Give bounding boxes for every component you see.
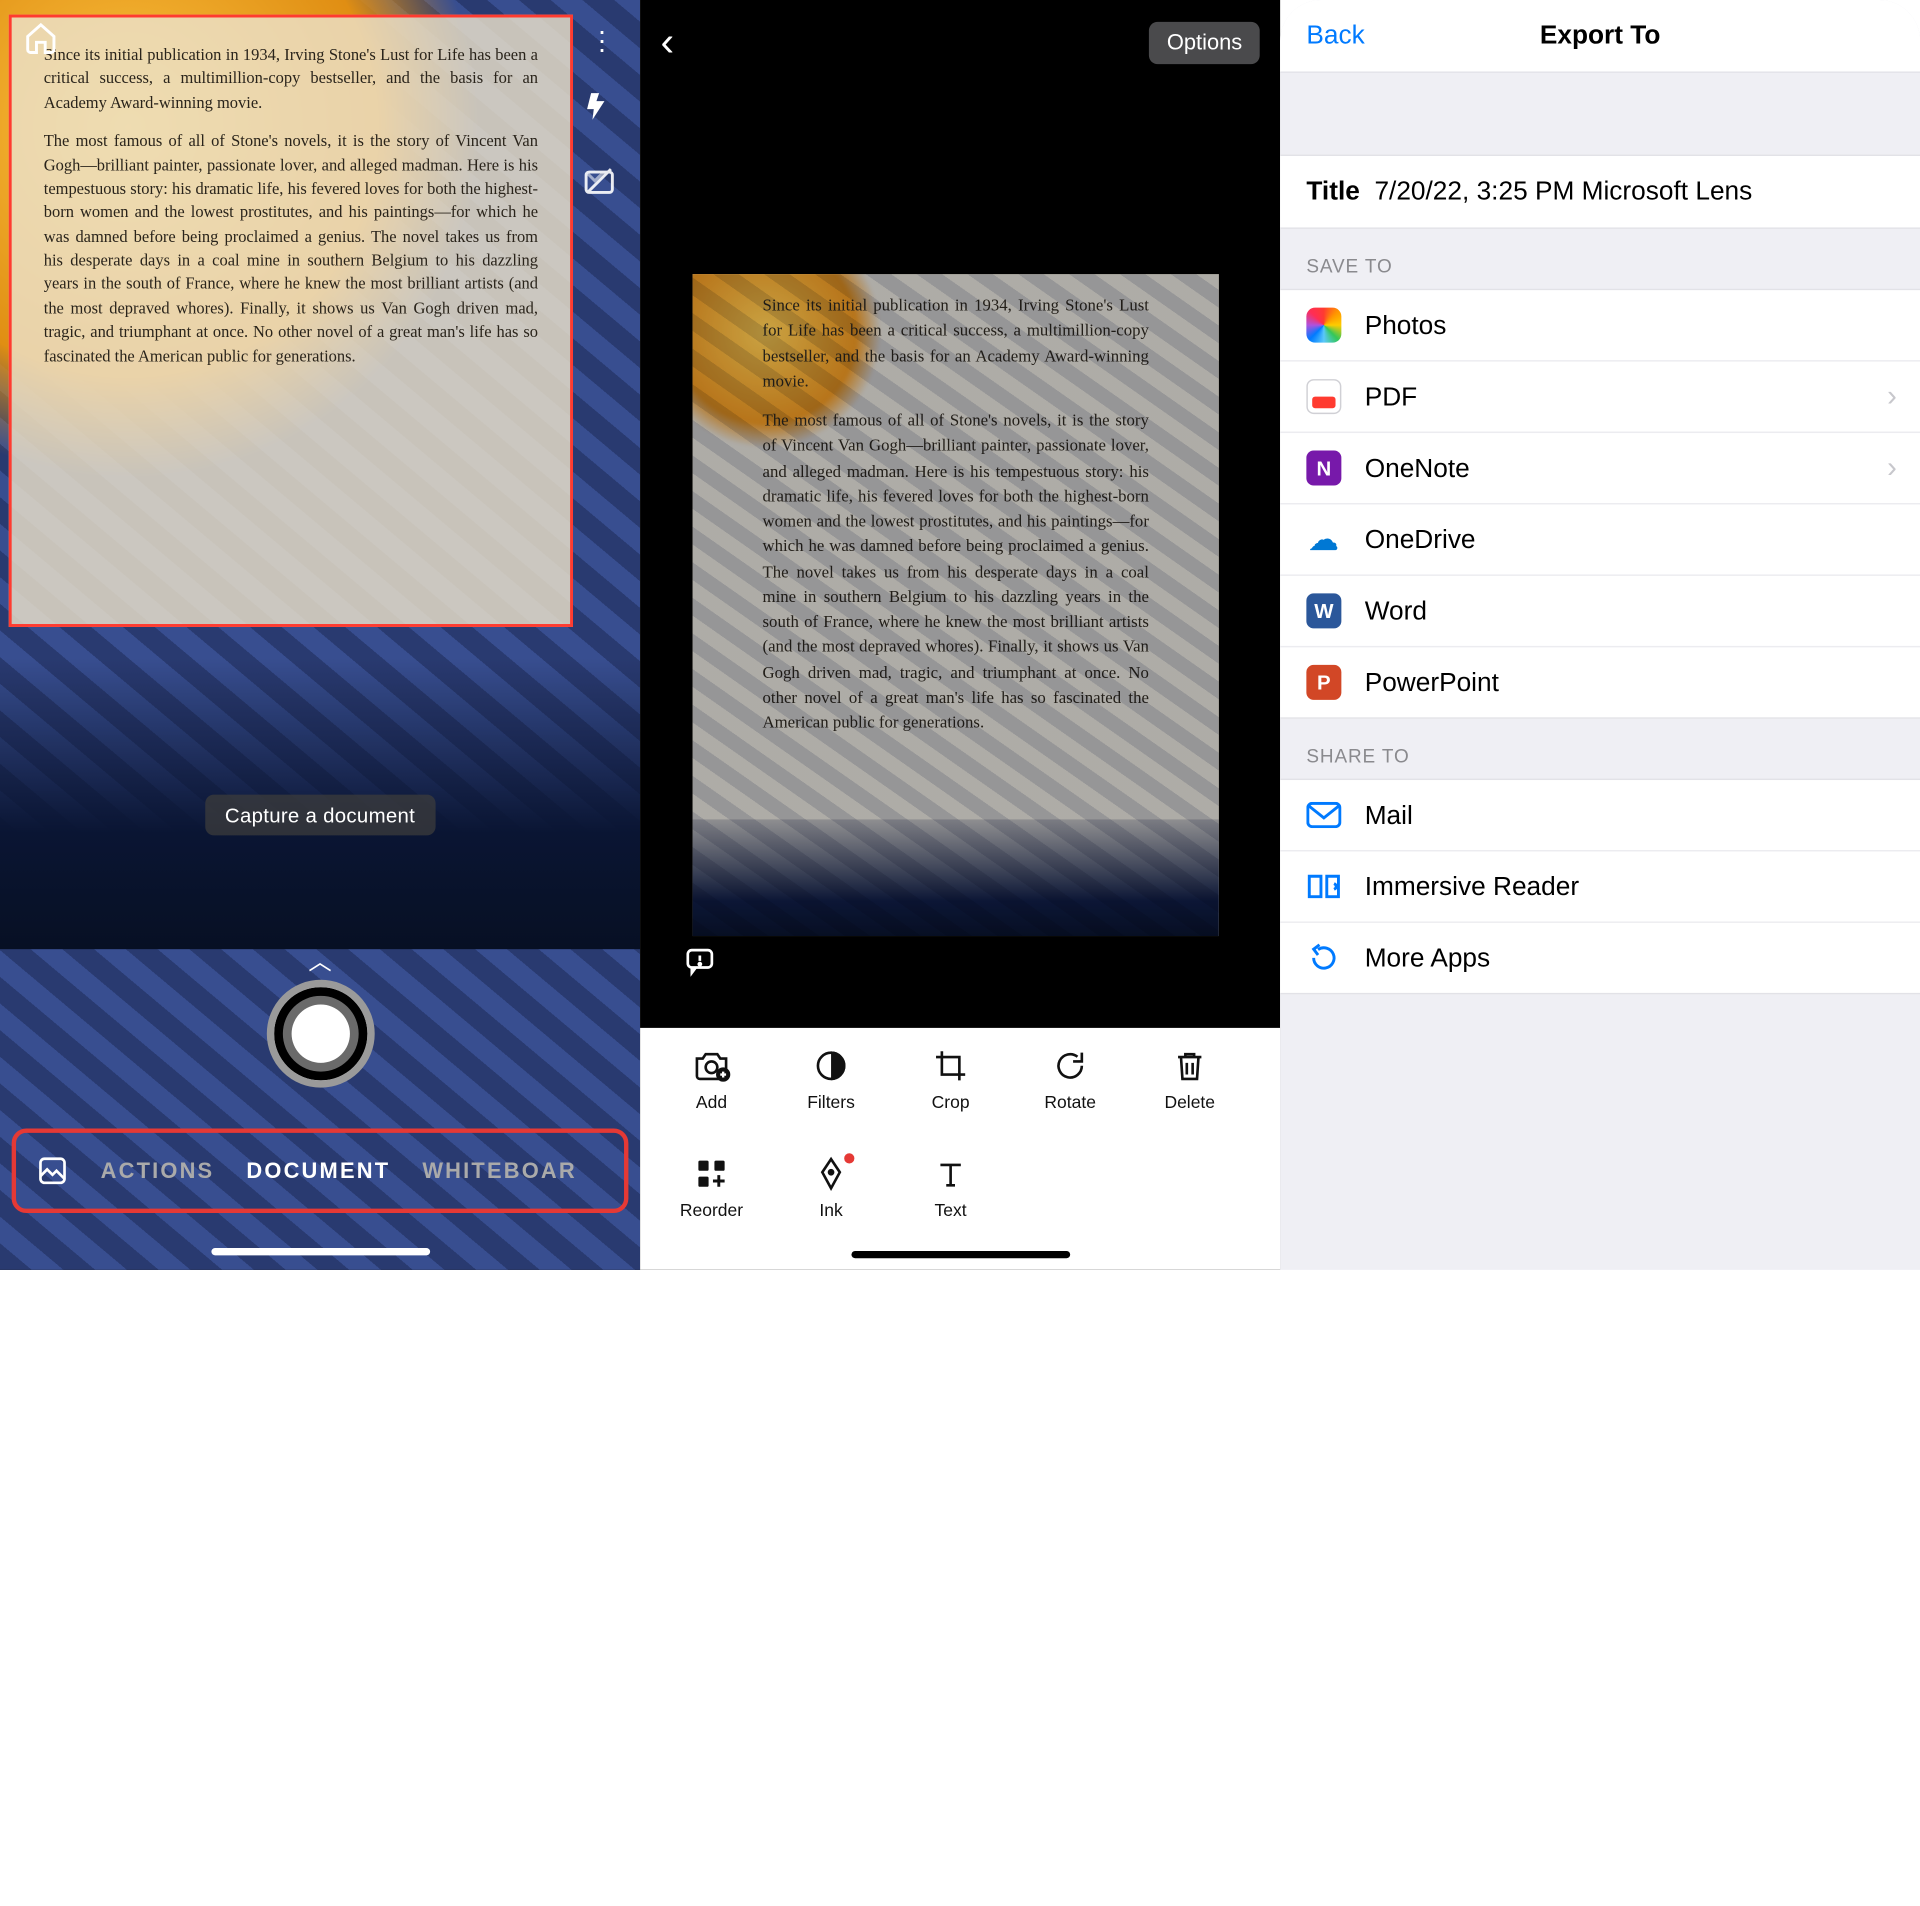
- list-item-label: Word: [1365, 596, 1427, 627]
- list-item-label: OneDrive: [1365, 524, 1476, 555]
- home-icon[interactable]: [23, 20, 58, 55]
- share-to-list: Mail Immersive Reader More Apps: [1280, 779, 1920, 995]
- title-value: 7/20/22, 3:25 PM Microsoft Lens: [1374, 176, 1752, 207]
- share-to-header: SHARE TO: [1280, 719, 1920, 779]
- crop-icon: [933, 1048, 968, 1083]
- edit-toolbar: Add Filters Crop Rotate Delete: [640, 1028, 1280, 1270]
- image-dark-region: [693, 819, 1219, 936]
- capture-mode-bar: ACTIONS DOCUMENT WHITEBOAR: [12, 1128, 629, 1213]
- rotate-icon: [1053, 1048, 1088, 1083]
- mode-whiteboard[interactable]: WHITEBOAR: [422, 1158, 577, 1183]
- photos-icon: [1306, 308, 1341, 343]
- immersive-reader-icon: [1306, 869, 1341, 904]
- toolbar-label: Crop: [932, 1092, 970, 1112]
- mode-document[interactable]: DOCUMENT: [246, 1158, 390, 1183]
- detected-document-border: Since its initial publication in 1934, I…: [9, 15, 573, 627]
- document-paragraph: Since its initial publication in 1934, I…: [763, 295, 1149, 396]
- list-item-label: PDF: [1365, 381, 1417, 412]
- chevron-right-icon: ›: [1887, 451, 1897, 485]
- capture-lock-icon[interactable]: [582, 163, 617, 198]
- nav-bar: Back Export To: [1280, 0, 1920, 73]
- more-icon[interactable]: ⋮: [589, 26, 617, 57]
- save-to-list: Photos PDF › N OneNote › ☁ OneDrive W Wo…: [1280, 289, 1920, 719]
- scanned-page-preview[interactable]: Since its initial publication in 1934, I…: [693, 274, 1219, 936]
- save-to-pdf[interactable]: PDF ›: [1280, 362, 1920, 433]
- save-to-onenote[interactable]: N OneNote ›: [1280, 433, 1920, 504]
- reorder-icon: [694, 1156, 729, 1191]
- capture-screen: Since its initial publication in 1934, I…: [0, 0, 640, 1270]
- rotate-button[interactable]: Rotate: [1015, 1048, 1126, 1141]
- save-to-onedrive[interactable]: ☁ OneDrive: [1280, 504, 1920, 575]
- onedrive-icon: ☁: [1306, 522, 1341, 557]
- filters-icon: [814, 1048, 849, 1083]
- mode-actions[interactable]: ACTIONS: [101, 1158, 215, 1183]
- toolbar-label: Delete: [1164, 1092, 1215, 1112]
- powerpoint-icon: P: [1306, 665, 1341, 700]
- document-paragraph: Since its initial publication in 1934, I…: [44, 44, 538, 116]
- text-icon: [935, 1156, 967, 1191]
- list-item-label: OneNote: [1365, 453, 1470, 484]
- toolbar-label: Add: [696, 1092, 727, 1112]
- toolbar-label: Rotate: [1044, 1092, 1096, 1112]
- toolbar-label: Reorder: [680, 1200, 743, 1220]
- word-icon: W: [1306, 593, 1341, 628]
- add-button[interactable]: Add: [656, 1048, 767, 1141]
- share-icon: [1306, 940, 1341, 975]
- list-item-label: Mail: [1365, 800, 1413, 831]
- list-item-label: Photos: [1365, 310, 1447, 341]
- gallery-icon[interactable]: [36, 1155, 68, 1187]
- mail-icon: [1306, 798, 1341, 833]
- capture-hint-toast: Capture a document: [205, 795, 436, 836]
- onenote-icon: N: [1306, 451, 1341, 486]
- filters-button[interactable]: Filters: [776, 1048, 887, 1141]
- save-to-word[interactable]: W Word: [1280, 576, 1920, 647]
- pdf-icon: [1306, 379, 1341, 414]
- document-paragraph: The most famous of all of Stone's novels…: [44, 130, 538, 369]
- save-to-powerpoint[interactable]: P PowerPoint: [1280, 647, 1920, 717]
- save-to-photos[interactable]: Photos: [1280, 290, 1920, 361]
- share-to-immersive-reader[interactable]: Immersive Reader: [1280, 851, 1920, 922]
- trash-icon: [1174, 1048, 1206, 1083]
- home-indicator: [211, 1248, 430, 1255]
- document-paragraph: The most famous of all of Stone's novels…: [763, 410, 1149, 737]
- camera-add-icon: [693, 1048, 731, 1083]
- share-to-mail[interactable]: Mail: [1280, 780, 1920, 851]
- page-title: Export To: [1540, 20, 1661, 51]
- export-screen: Back Export To Title 7/20/22, 3:25 PM Mi…: [1280, 0, 1920, 1270]
- text-button[interactable]: Text: [895, 1156, 1006, 1249]
- spacer: [1280, 73, 1920, 155]
- chevron-up-icon[interactable]: ︿: [308, 942, 331, 977]
- list-item-label: PowerPoint: [1365, 667, 1499, 698]
- chevron-right-icon: ›: [1887, 380, 1897, 414]
- ink-button[interactable]: Ink: [776, 1156, 887, 1249]
- shutter-button[interactable]: [266, 980, 374, 1088]
- list-item-label: Immersive Reader: [1365, 871, 1579, 902]
- edit-screen: ‹ Options Since its initial publication …: [640, 0, 1280, 1270]
- pen-icon: [816, 1156, 845, 1191]
- back-button[interactable]: Back: [1280, 20, 1365, 51]
- title-key: Title: [1306, 176, 1359, 207]
- save-to-header: SAVE TO: [1280, 229, 1920, 289]
- delete-button[interactable]: Delete: [1134, 1048, 1245, 1141]
- feedback-icon[interactable]: [684, 945, 716, 977]
- toolbar-label: Ink: [819, 1200, 842, 1220]
- reorder-button[interactable]: Reorder: [656, 1156, 767, 1249]
- crop-button[interactable]: Crop: [895, 1048, 1006, 1141]
- share-to-more-apps[interactable]: More Apps: [1280, 923, 1920, 993]
- home-indicator: [851, 1251, 1070, 1258]
- toolbar-label: Text: [935, 1200, 967, 1220]
- scanned-text: Since its initial publication in 1934, I…: [763, 295, 1149, 805]
- list-item-label: More Apps: [1365, 943, 1490, 974]
- title-row[interactable]: Title 7/20/22, 3:25 PM Microsoft Lens: [1280, 155, 1920, 229]
- flash-auto-icon[interactable]: [582, 90, 614, 122]
- notification-dot-icon: [844, 1153, 854, 1163]
- back-chevron-icon[interactable]: ‹: [660, 19, 674, 66]
- toolbar-label: Filters: [807, 1092, 855, 1112]
- options-button[interactable]: Options: [1149, 21, 1259, 63]
